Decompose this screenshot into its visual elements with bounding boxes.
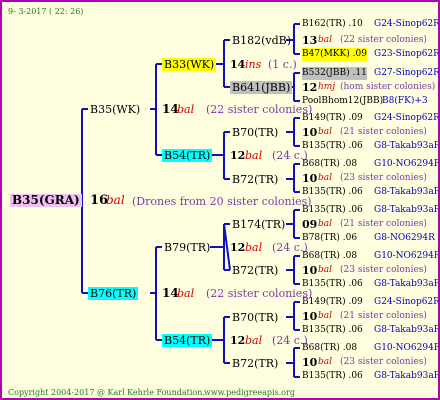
gen4-line: B135(TR) .06 bbox=[302, 371, 363, 381]
gen2-year: 12 bbox=[230, 149, 246, 162]
gen0-name: B35(GRA) bbox=[10, 193, 82, 207]
gen4-code: G8-Takab93aR bbox=[374, 279, 440, 289]
gen3-name: B72(TR) bbox=[232, 357, 279, 370]
gen3-name: B72(TR) bbox=[232, 264, 279, 277]
gen4-tag: bal bbox=[318, 265, 333, 275]
gen4-line: 10 bbox=[302, 172, 318, 185]
gen4-note: (21 sister colonies) bbox=[340, 127, 427, 137]
gen4-note: (23 sister colonies) bbox=[340, 357, 427, 367]
gen4-line: 10 bbox=[302, 264, 318, 277]
gen1-name: B76(TR) bbox=[88, 287, 139, 300]
gen4-note: (22 sister colonies) bbox=[340, 35, 427, 45]
gen4-line: B68(TR) .08 bbox=[302, 159, 358, 169]
footer-site: www.pedigreeapis.org bbox=[204, 388, 295, 397]
gen4-line: B47(MKK) .09 bbox=[302, 48, 367, 61]
gen1-tag: bal bbox=[177, 103, 195, 116]
pedigree-frame: 9- 3-2017 ( 22: 26) B35(GRA) 16 bal (Dro… bbox=[0, 0, 440, 400]
gen0-note: (Drones from 20 sister colonies) bbox=[132, 195, 312, 208]
gen2-year: 12 bbox=[230, 334, 246, 347]
gen4-tag: bal bbox=[318, 357, 333, 367]
gen4-tag: bal bbox=[318, 127, 333, 137]
gen4-line: B68(TR) .08 bbox=[302, 251, 358, 261]
gen2-tag: bal bbox=[245, 149, 263, 162]
gen4-line: 10 bbox=[302, 310, 318, 323]
gen4-note: (hom sister colonies) bbox=[340, 82, 436, 92]
gen4-code: G24-Sinop62R bbox=[374, 297, 440, 307]
gen2-name: B33(WK) bbox=[162, 58, 217, 71]
gen4-code: G8-Takab93aR bbox=[374, 371, 440, 381]
gen4-line: 12 bbox=[302, 81, 318, 94]
gen2-name: B79(TR) bbox=[164, 241, 211, 254]
gen4-line: B78(TR) .06 bbox=[302, 233, 358, 243]
gen2-name: B54(TR) bbox=[162, 149, 213, 162]
gen4-line: B135(TR) .06 bbox=[302, 187, 363, 197]
header-date: 9- 3-2017 ( 22: 26) bbox=[8, 7, 84, 16]
gen2-tag: bal bbox=[245, 241, 263, 254]
gen3-name: B70(TR) bbox=[232, 311, 279, 324]
gen4-note: (21 sister colonies) bbox=[340, 219, 427, 229]
gen4-line: B135(TR) .06 bbox=[302, 325, 363, 335]
gen2-tag: bal bbox=[245, 334, 263, 347]
gen4-code: G10-NO6294R bbox=[374, 251, 440, 261]
gen1-note: (22 sister colonies) bbox=[206, 103, 313, 116]
gen4-code: G10-NO6294R bbox=[374, 159, 440, 169]
gen4-code: G8-Takab93aR bbox=[374, 325, 440, 335]
gen2-year: 12 bbox=[230, 241, 246, 254]
gen4-code: G24-Sinop62R bbox=[374, 113, 440, 123]
gen4-code: G27-Sinop62R bbox=[374, 68, 440, 78]
gen4-line: B149(TR) .09 bbox=[302, 113, 363, 123]
gen4-code: G8-Takab93aR bbox=[374, 187, 440, 197]
gen1-note: (22 sister colonies) bbox=[206, 287, 313, 300]
gen3-name: B641(JBB) bbox=[230, 81, 293, 94]
gen3-name: B72(TR) bbox=[232, 173, 279, 186]
gen4-line: B68(TR) .08 bbox=[302, 343, 358, 353]
gen4-tag: bal bbox=[318, 311, 333, 321]
gen4-line: 09 bbox=[302, 218, 318, 231]
gen1-tag: bal bbox=[177, 287, 195, 300]
gen4-note: (23 sister colonies) bbox=[340, 173, 427, 183]
gen4-line: B135(TR) .06 bbox=[302, 141, 363, 151]
gen4-line: 13 bbox=[302, 34, 318, 47]
gen4-code: G8-NO6294R bbox=[374, 233, 435, 243]
gen4-code: G8-Takab93aR bbox=[374, 141, 440, 151]
gen4-line: B149(TR) .09 bbox=[302, 297, 363, 307]
gen4-tag: bal bbox=[318, 173, 333, 183]
gen4-note: (23 sister colonies) bbox=[340, 265, 427, 275]
gen2-year: 14 bbox=[230, 58, 246, 71]
gen4-line: B162(TR) .10 bbox=[302, 19, 363, 29]
footer-copyright: Copyright 2004-2017 @ Karl Kehrle Founda… bbox=[8, 388, 205, 397]
gen4-code: G8-Takab93aR bbox=[374, 205, 440, 215]
gen4-line: PoolBhom12(JBB) bbox=[302, 96, 384, 106]
gen4-note: (21 sister colonies) bbox=[340, 311, 427, 321]
gen2-note: (1 c.) bbox=[268, 58, 297, 71]
gen2-tag: ins bbox=[245, 58, 262, 71]
gen2-name: B54(TR) bbox=[162, 334, 213, 347]
gen4-tag: bal bbox=[318, 35, 333, 45]
gen4-line: 10 bbox=[302, 356, 318, 369]
gen4-code: G23-Sinop62R bbox=[374, 49, 440, 59]
gen4-code: B8(FK)+3 bbox=[382, 96, 428, 106]
gen4-line: B135(TR) .06 bbox=[302, 279, 363, 289]
gen3-name: B70(TR) bbox=[232, 126, 279, 139]
gen4-line: B532(JBB) .11 bbox=[302, 67, 367, 80]
gen4-tag: hmj bbox=[318, 82, 336, 92]
gen4-tag: bal bbox=[318, 219, 333, 229]
gen4-line: 10 bbox=[302, 126, 318, 139]
gen1-name: B35(WK) bbox=[90, 103, 141, 116]
gen4-code: G10-NO6294R bbox=[374, 343, 440, 353]
gen4-line: B135(TR) .06 bbox=[302, 205, 363, 215]
gen3-name: B182(vdB) bbox=[232, 34, 292, 47]
gen4-code: G24-Sinop62R bbox=[374, 19, 440, 29]
gen3-name: B174(TR) bbox=[232, 218, 286, 231]
gen0-tag: bal bbox=[106, 193, 125, 207]
